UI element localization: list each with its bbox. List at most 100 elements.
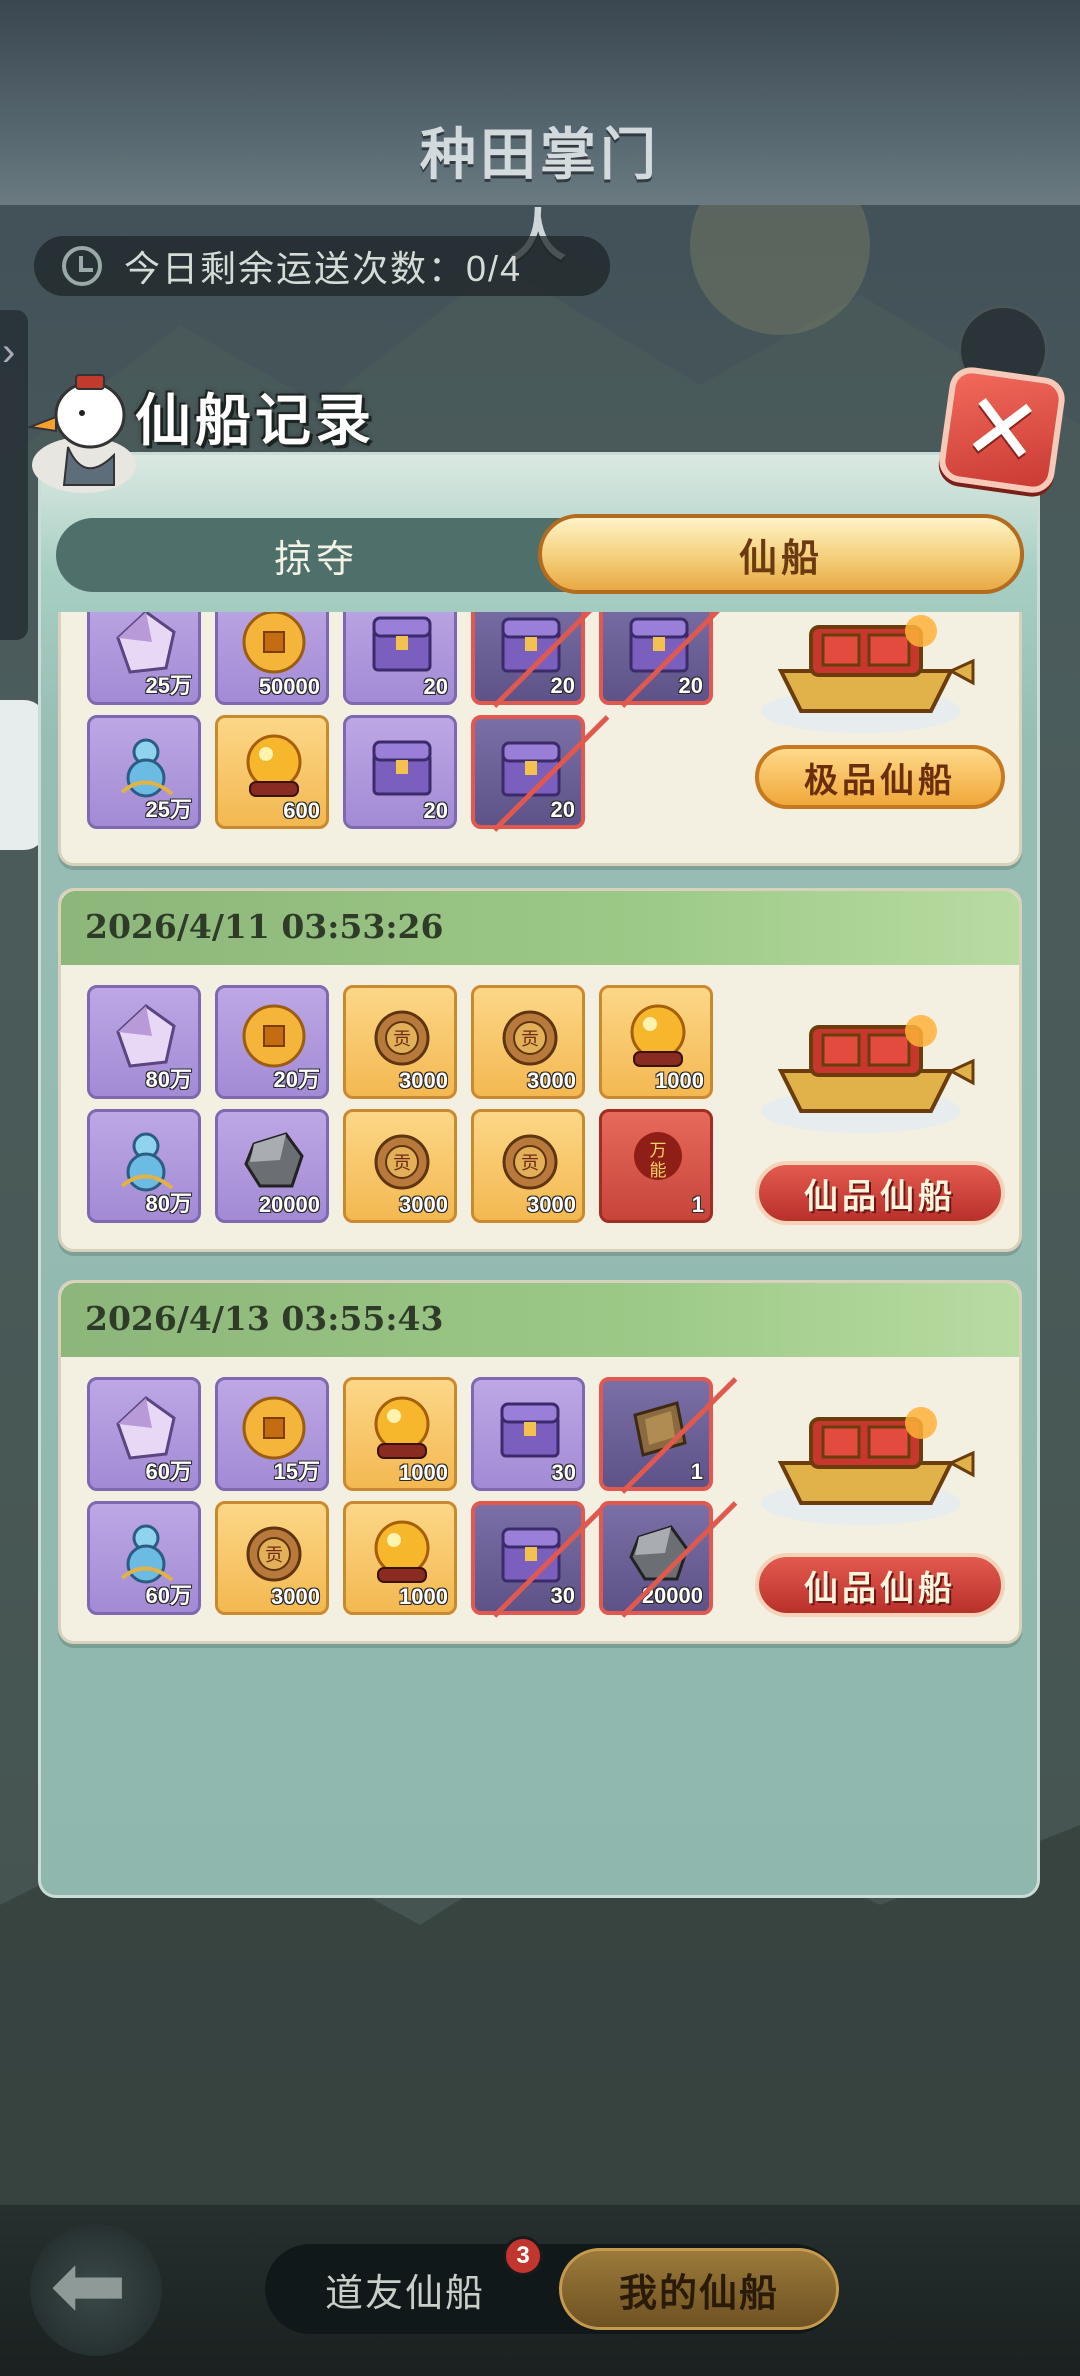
gold-coin-icon	[242, 612, 306, 674]
record-header: 2026/4/13 03:55:43	[61, 1283, 1019, 1357]
reward-quantity: 20000	[258, 1192, 320, 1217]
tribute-medal-icon: 贡	[502, 1010, 558, 1066]
golden-orb-icon	[246, 734, 302, 797]
reward-item[interactable]: 1000	[599, 985, 713, 1099]
blue-gourd-icon	[120, 738, 174, 798]
reward-quantity: 600	[283, 798, 320, 823]
reward-item[interactable]: 20	[471, 612, 585, 705]
close-button[interactable]: ✕	[936, 364, 1068, 496]
purple-chest-icon	[501, 1527, 561, 1583]
golden-orb-icon	[374, 1396, 430, 1459]
reward-item[interactable]: 贡 3000	[215, 1501, 329, 1615]
tribute-medal-icon: 贡	[374, 1010, 430, 1066]
reward-item[interactable]: 60万	[87, 1501, 201, 1615]
reward-quantity: 3000	[527, 1192, 576, 1217]
notification-badge: 3	[503, 2236, 543, 2276]
remaining-deliveries: 今日剩余运送次数：0/4	[34, 236, 610, 296]
reward-quantity: 20万	[273, 1067, 320, 1092]
reward-item[interactable]: 60万	[87, 1377, 201, 1491]
crane-mascot-icon	[26, 374, 136, 493]
reward-item[interactable]: 贡 3000	[471, 985, 585, 1099]
reward-item[interactable]: 20	[471, 715, 585, 829]
reward-quantity: 3000	[399, 1192, 448, 1217]
immortal-ship-icon	[761, 1015, 975, 1133]
universal-shard-icon: 万能	[634, 1132, 682, 1181]
reward-quantity: 60万	[145, 1583, 192, 1608]
reward-item[interactable]: 1	[599, 1377, 713, 1491]
purple-chest-icon	[501, 741, 561, 797]
reward-item[interactable]: 80万	[87, 1109, 201, 1223]
reward-item[interactable]: 30	[471, 1377, 585, 1491]
reward-item[interactable]: 贡 3000	[343, 985, 457, 1099]
reward-item[interactable]: 1000	[343, 1501, 457, 1615]
close-icon: ✕	[956, 374, 1048, 486]
reward-item[interactable]: 20000	[599, 1501, 713, 1615]
purple-chest-icon	[372, 616, 432, 672]
my-ships-tab[interactable]: 我的仙船	[559, 2248, 839, 2330]
reward-quantity: 3000	[271, 1584, 320, 1609]
svg-text:能: 能	[650, 1161, 667, 1181]
bronze-plate-icon	[633, 1401, 687, 1457]
clock-icon	[62, 246, 102, 286]
reward-item[interactable]: 25万	[87, 715, 201, 829]
iron-ore-icon	[629, 1525, 689, 1581]
ship-grade-button[interactable]: 仙品仙船	[755, 1161, 1005, 1225]
back-button[interactable]: ⬅	[30, 2224, 162, 2356]
ship-grade-button[interactable]: 仙品仙船	[755, 1553, 1005, 1617]
reward-quantity: 1	[690, 1459, 703, 1484]
tribute-medal-icon: 贡	[502, 1134, 558, 1190]
iron-ore-icon	[244, 1132, 304, 1188]
reward-item[interactable]: 贡 3000	[471, 1109, 585, 1223]
reward-item[interactable]: 30	[471, 1501, 585, 1615]
reward-item[interactable]: 贡 3000	[343, 1109, 457, 1223]
record-timestamp: 2026/4/13 03:55:43	[85, 1299, 444, 1338]
reward-quantity: 20	[423, 674, 448, 699]
record-card: 25万 50000 20 20 20 25万 600 20 20 极品仙船	[58, 612, 1022, 866]
reward-item[interactable]: 20万	[215, 985, 329, 1099]
tab-ship[interactable]: 仙船	[538, 514, 1024, 594]
purple-chest-icon	[629, 617, 689, 673]
reward-item[interactable]: 15万	[215, 1377, 329, 1491]
immortal-ship-icon	[761, 615, 975, 733]
svg-text:贡: 贡	[521, 1029, 539, 1050]
record-timestamp: 2026/4/11 03:53:26	[85, 907, 444, 946]
reward-quantity: 25万	[145, 673, 192, 698]
immortal-ship-icon	[761, 1407, 975, 1525]
reward-item[interactable]: 1000	[343, 1377, 457, 1491]
reward-item[interactable]: 25万	[87, 612, 201, 705]
record-header: 2026/4/11 03:53:26	[61, 891, 1019, 965]
tribute-medal-icon: 贡	[246, 1526, 302, 1582]
reward-quantity: 1000	[399, 1460, 448, 1485]
tab-plunder[interactable]: 掠夺	[76, 518, 556, 592]
reward-quantity: 3000	[527, 1068, 576, 1093]
reward-quantity: 50000	[258, 674, 320, 699]
reward-quantity: 60万	[145, 1459, 192, 1484]
reward-quantity: 3000	[399, 1068, 448, 1093]
purple-chest-icon	[372, 740, 432, 796]
reward-item[interactable]: 80万	[87, 985, 201, 1099]
panel-title: 仙船记录	[135, 388, 375, 454]
reward-quantity: 80万	[145, 1067, 192, 1092]
record-list[interactable]: 25万 50000 20 20 20 25万 600 20 20 极品仙船 2026/4/11 03…	[58, 612, 1022, 1882]
svg-text:贡: 贡	[393, 1153, 411, 1174]
reward-item[interactable]: 20000	[215, 1109, 329, 1223]
reward-item[interactable]: 50000	[215, 612, 329, 705]
reward-item[interactable]: 600	[215, 715, 329, 829]
svg-text:贡: 贡	[265, 1545, 283, 1566]
purple-crystal-icon	[116, 1396, 176, 1460]
gold-coin-icon	[242, 1396, 306, 1460]
game-logo: 种田掌门人	[420, 122, 660, 269]
ship-grade-button[interactable]: 极品仙船	[755, 745, 1005, 809]
reward-item[interactable]: 20	[599, 612, 713, 705]
reward-item[interactable]: 20	[343, 612, 457, 705]
purple-crystal-icon	[116, 612, 176, 674]
reward-item[interactable]: 万能 1	[599, 1109, 713, 1223]
record-card: 2026/4/11 03:53:26 80万 20万贡 3000 贡 3000 1000 80…	[58, 888, 1022, 1252]
reward-item[interactable]: 20	[343, 715, 457, 829]
golden-orb-icon	[630, 1004, 686, 1067]
bottom-tabs: 道友仙船 我的仙船	[265, 2244, 839, 2334]
golden-orb-icon	[374, 1520, 430, 1583]
reward-quantity: 25万	[145, 797, 192, 822]
reward-quantity: 30	[551, 1460, 576, 1485]
tribute-medal-icon: 贡	[374, 1134, 430, 1190]
